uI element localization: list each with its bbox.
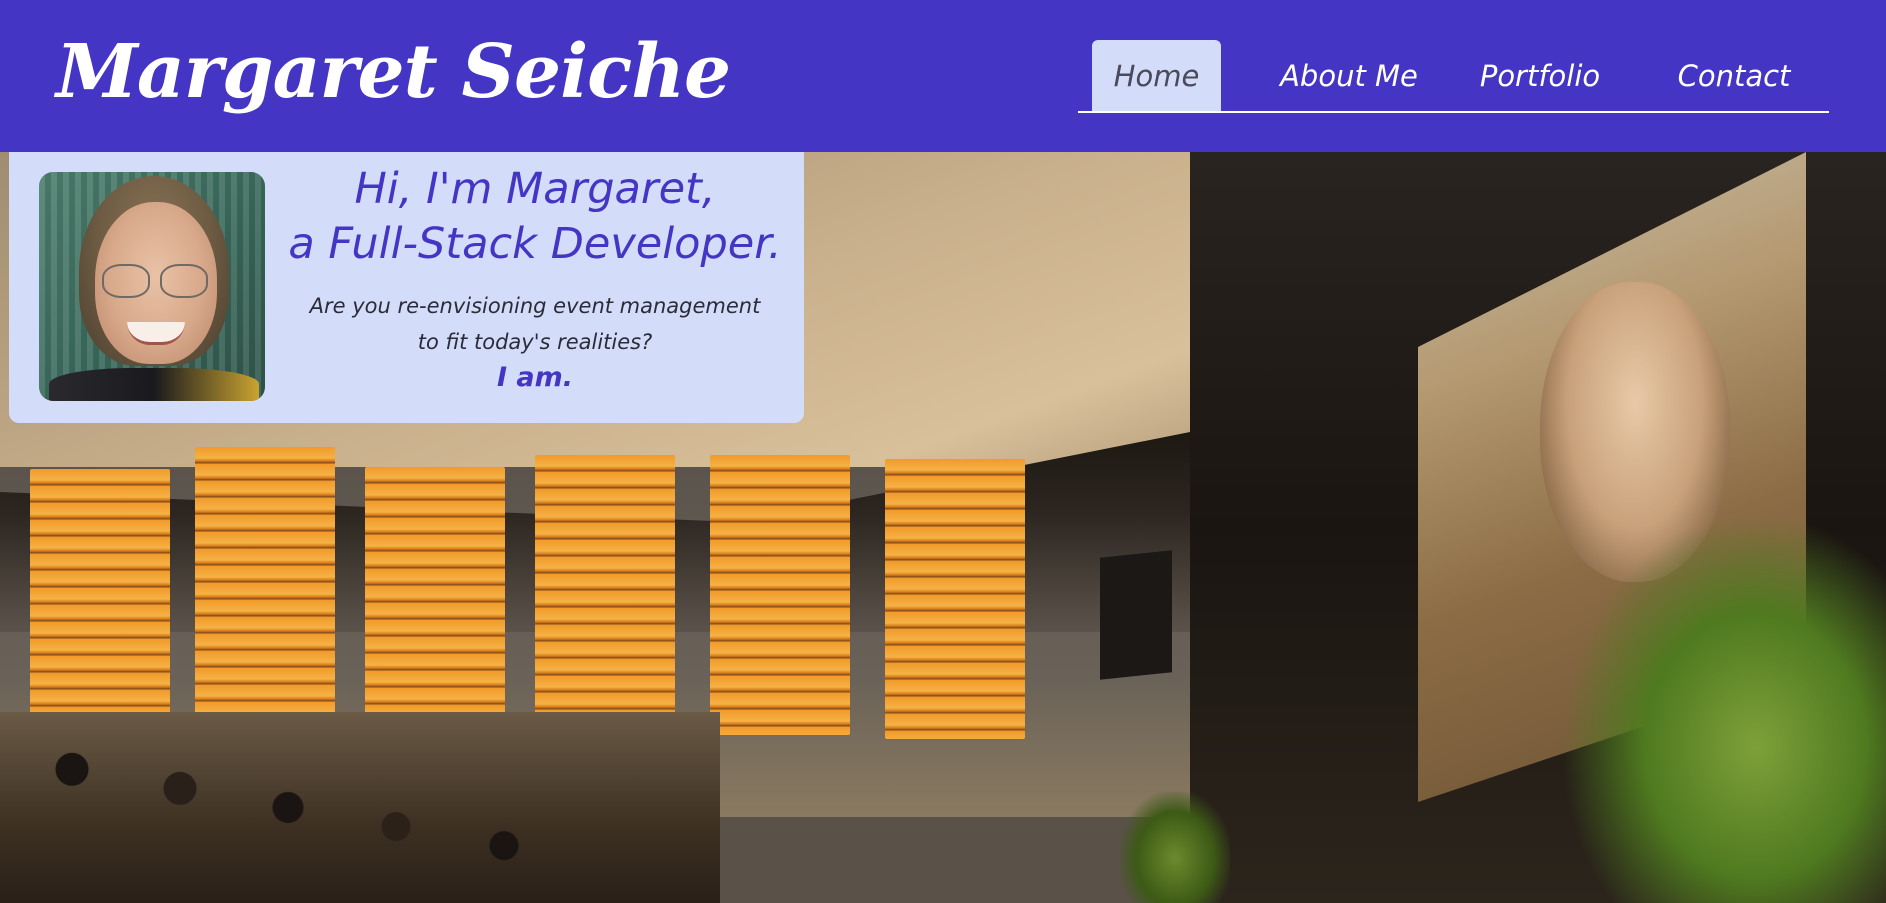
nav-tab-contact[interactable]: Contact: [1661, 40, 1807, 111]
profile-avatar: [39, 172, 265, 401]
acoustic-panel: [30, 469, 170, 749]
main-nav: Home About Me Portfolio Contact: [1078, 40, 1829, 113]
intro-question: Are you re-envisioning event management …: [279, 288, 791, 360]
acoustic-panel: [195, 447, 335, 727]
avatar-shirt: [49, 368, 259, 401]
nav-tab-about-me[interactable]: About Me: [1266, 40, 1432, 111]
intro-heading: Hi, I'm Margaret, a Full-Stack Developer…: [279, 162, 791, 272]
hero-audience: [0, 712, 720, 903]
acoustic-panel: [710, 455, 850, 735]
intro-answer: I am.: [496, 362, 574, 393]
intro-question-line2: to fit today's realities?: [417, 330, 653, 354]
hero-plant: [1560, 512, 1886, 903]
site-header: Margaret Seiche Home About Me Portfolio …: [0, 0, 1886, 152]
intro-question-line1: Are you re-envisioning event management: [309, 294, 761, 318]
intro-heading-line2: a Full-Stack Developer.: [288, 219, 782, 269]
avatar-glasses-left: [102, 264, 150, 298]
nav-tab-portfolio[interactable]: Portfolio: [1464, 40, 1616, 111]
nav-tab-home[interactable]: Home: [1092, 40, 1221, 111]
avatar-glasses-right: [160, 264, 208, 298]
hero-plant-small: [1120, 792, 1230, 903]
hero-loudspeaker: [1100, 550, 1172, 680]
site-brand[interactable]: Margaret Seiche: [56, 22, 731, 122]
acoustic-panel: [885, 459, 1025, 739]
acoustic-panel: [535, 455, 675, 735]
intro-card: Hi, I'm Margaret, a Full-Stack Developer…: [9, 152, 804, 423]
acoustic-panel: [365, 467, 505, 747]
intro-heading-line1: Hi, I'm Margaret,: [354, 164, 716, 214]
